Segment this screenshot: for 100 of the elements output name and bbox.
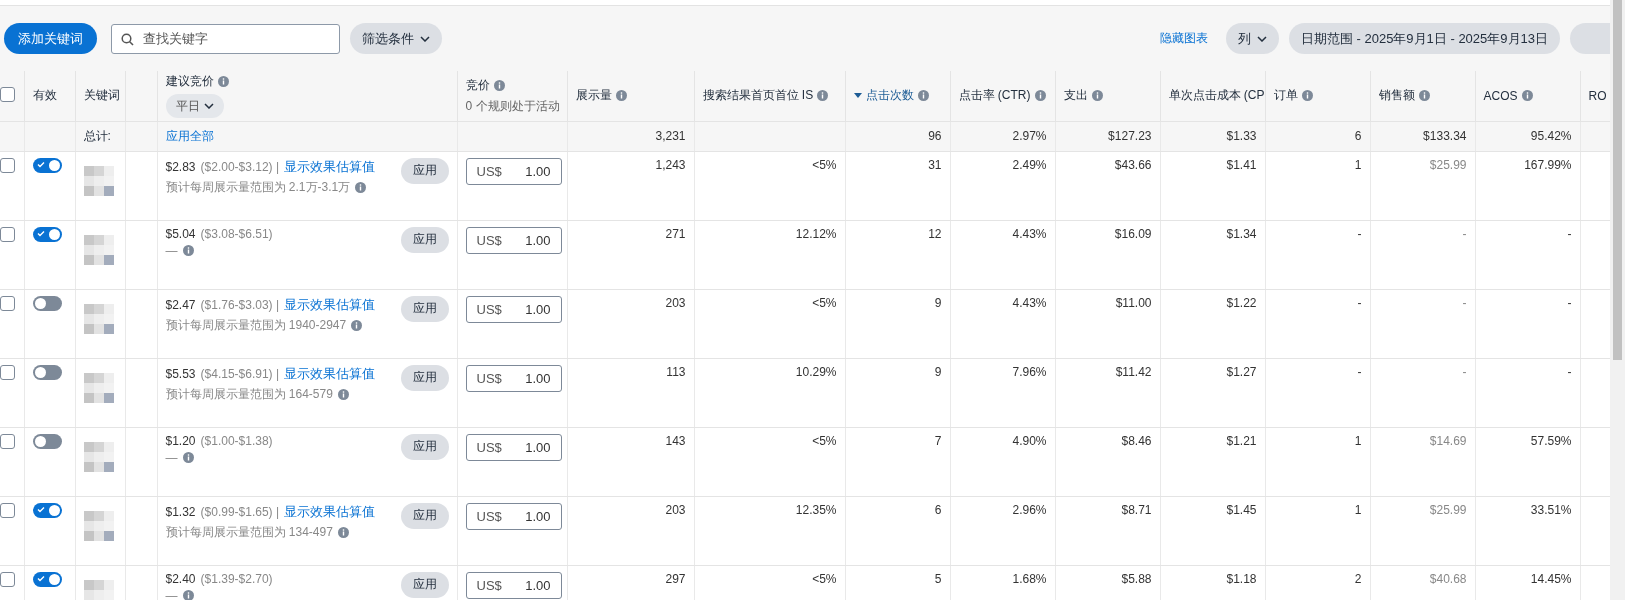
metric-value: - <box>1461 226 1467 241</box>
show-estimate-link[interactable]: 显示效果估算值 <box>284 364 376 383</box>
bid-value: 1.00 <box>525 370 551 386</box>
info-icon[interactable] <box>337 526 349 538</box>
info-icon[interactable] <box>1521 90 1533 102</box>
select-all-checkbox[interactable] <box>0 86 15 102</box>
apply-button[interactable]: 应用 <box>400 157 449 184</box>
column-header[interactable]: 建议竞价 <box>165 73 214 91</box>
enabled-toggle[interactable] <box>32 295 62 311</box>
search-icon <box>121 32 134 46</box>
scrollbar[interactable] <box>1610 0 1625 600</box>
date-range-button[interactable]: 日期范围 - 2025年9月1日 - 2025年9月13日 <box>1288 23 1560 54</box>
apply-button[interactable]: 应用 <box>400 226 449 253</box>
total-value: 95.42% <box>1529 129 1572 143</box>
show-estimate-link[interactable]: 显示效果估算值 <box>284 295 376 314</box>
column-header[interactable]: 有效 <box>32 87 57 105</box>
column-header[interactable]: 点击次数 <box>865 87 914 105</box>
enabled-toggle[interactable] <box>32 571 62 587</box>
row-checkbox[interactable] <box>0 433 15 449</box>
column-header[interactable]: 支出 <box>1063 87 1088 105</box>
chevron-down-icon <box>1256 35 1267 42</box>
apply-button[interactable]: 应用 <box>400 295 449 322</box>
metric-value: $14.69 <box>1428 433 1467 448</box>
impression-estimate: — <box>165 243 178 258</box>
bid-field[interactable]: US$ 1.00 <box>465 226 562 254</box>
bid-field[interactable]: US$ 1.00 <box>465 157 562 185</box>
apply-button[interactable]: 应用 <box>400 364 449 391</box>
metric-value: - <box>1461 364 1467 379</box>
bid-field[interactable]: US$ 1.00 <box>465 433 562 461</box>
hide-chart-link[interactable]: 隐藏图表 <box>1159 30 1208 47</box>
row-checkbox[interactable] <box>0 502 15 518</box>
bid-field[interactable]: US$ 1.00 <box>465 364 562 392</box>
column-header[interactable]: 展示量 <box>575 87 612 105</box>
bid-field[interactable]: US$ 1.00 <box>465 295 562 323</box>
metric-value: $8.71 <box>1120 502 1152 517</box>
metric-value: $11.42 <box>1114 364 1152 379</box>
info-icon[interactable] <box>1034 90 1046 102</box>
check-icon <box>36 505 45 513</box>
info-icon[interactable] <box>917 90 929 102</box>
metric-value: $1.22 <box>1225 295 1257 310</box>
enabled-toggle[interactable] <box>32 433 62 449</box>
column-header[interactable]: ACOS <box>1483 88 1518 103</box>
bid-field[interactable]: US$ 1.00 <box>465 571 562 599</box>
metric-value: $16.09 <box>1113 226 1152 241</box>
metric-value: $1.27 <box>1225 364 1257 379</box>
info-icon[interactable] <box>355 181 367 193</box>
metric-value: <5% <box>811 295 837 310</box>
bid-range: ($1.39-$2.70) <box>200 571 273 586</box>
info-icon[interactable] <box>182 590 194 600</box>
metric-value: $43.66 <box>1113 157 1152 172</box>
row-checkbox[interactable] <box>0 157 15 173</box>
show-estimate-link[interactable]: 显示效果估算值 <box>284 502 376 521</box>
row-checkbox[interactable] <box>0 364 15 380</box>
metric-value: 113 <box>665 364 686 379</box>
total-value: 3,231 <box>654 129 686 143</box>
metric-value: - <box>1356 295 1362 310</box>
info-icon[interactable] <box>493 79 505 91</box>
enabled-toggle[interactable] <box>32 226 62 242</box>
chevron-down-icon <box>203 103 214 110</box>
info-icon[interactable] <box>817 90 829 102</box>
apply-button[interactable]: 应用 <box>400 433 449 460</box>
column-header[interactable]: 竞价 <box>465 76 490 94</box>
info-icon[interactable] <box>1418 90 1430 102</box>
filter-button[interactable]: 筛选条件 <box>350 23 442 54</box>
metric-value: 1 <box>1353 433 1362 448</box>
info-icon[interactable] <box>1301 90 1313 102</box>
info-icon[interactable] <box>217 76 229 88</box>
column-header[interactable]: 订单 <box>1273 87 1298 105</box>
total-value: $1.33 <box>1225 129 1257 143</box>
apply-button[interactable]: 应用 <box>400 502 449 529</box>
metric-value: 143 <box>664 433 686 448</box>
currency-label: US$ <box>476 577 502 593</box>
columns-button[interactable]: 列 <box>1225 23 1279 54</box>
enabled-toggle[interactable] <box>32 157 62 173</box>
total-value: $133.34 <box>1422 129 1467 143</box>
day-dropdown[interactable]: 平日 <box>165 94 224 119</box>
info-icon[interactable] <box>182 452 194 463</box>
search-field[interactable]: 查找关键字 <box>111 23 340 54</box>
metric-value: 6 <box>933 502 942 517</box>
enabled-toggle[interactable] <box>32 364 62 380</box>
apply-all-link[interactable]: 应用全部 <box>165 128 214 143</box>
add-keyword-button[interactable]: 添加关键词 <box>4 23 97 54</box>
apply-button[interactable]: 应用 <box>400 571 449 598</box>
info-icon[interactable] <box>351 319 363 331</box>
enabled-toggle[interactable] <box>32 502 62 518</box>
metric-value: 1 <box>1353 502 1362 517</box>
row-checkbox[interactable] <box>0 295 15 311</box>
bid-field[interactable]: US$ 1.00 <box>465 502 562 530</box>
bid-range: ($0.99-$1.65) | <box>200 504 280 519</box>
info-icon[interactable] <box>182 245 194 256</box>
column-header[interactable]: 销售额 <box>1378 87 1415 105</box>
info-icon[interactable] <box>337 388 349 400</box>
info-icon[interactable] <box>615 90 627 102</box>
info-icon[interactable] <box>1091 90 1103 102</box>
show-estimate-link[interactable]: 显示效果估算值 <box>284 157 376 176</box>
metric-value: 167.99% <box>1523 157 1572 172</box>
row-checkbox[interactable] <box>0 226 15 242</box>
column-header[interactable]: RO <box>1588 88 1607 103</box>
row-checkbox[interactable] <box>0 571 15 587</box>
bid-value: 1.00 <box>525 508 551 524</box>
